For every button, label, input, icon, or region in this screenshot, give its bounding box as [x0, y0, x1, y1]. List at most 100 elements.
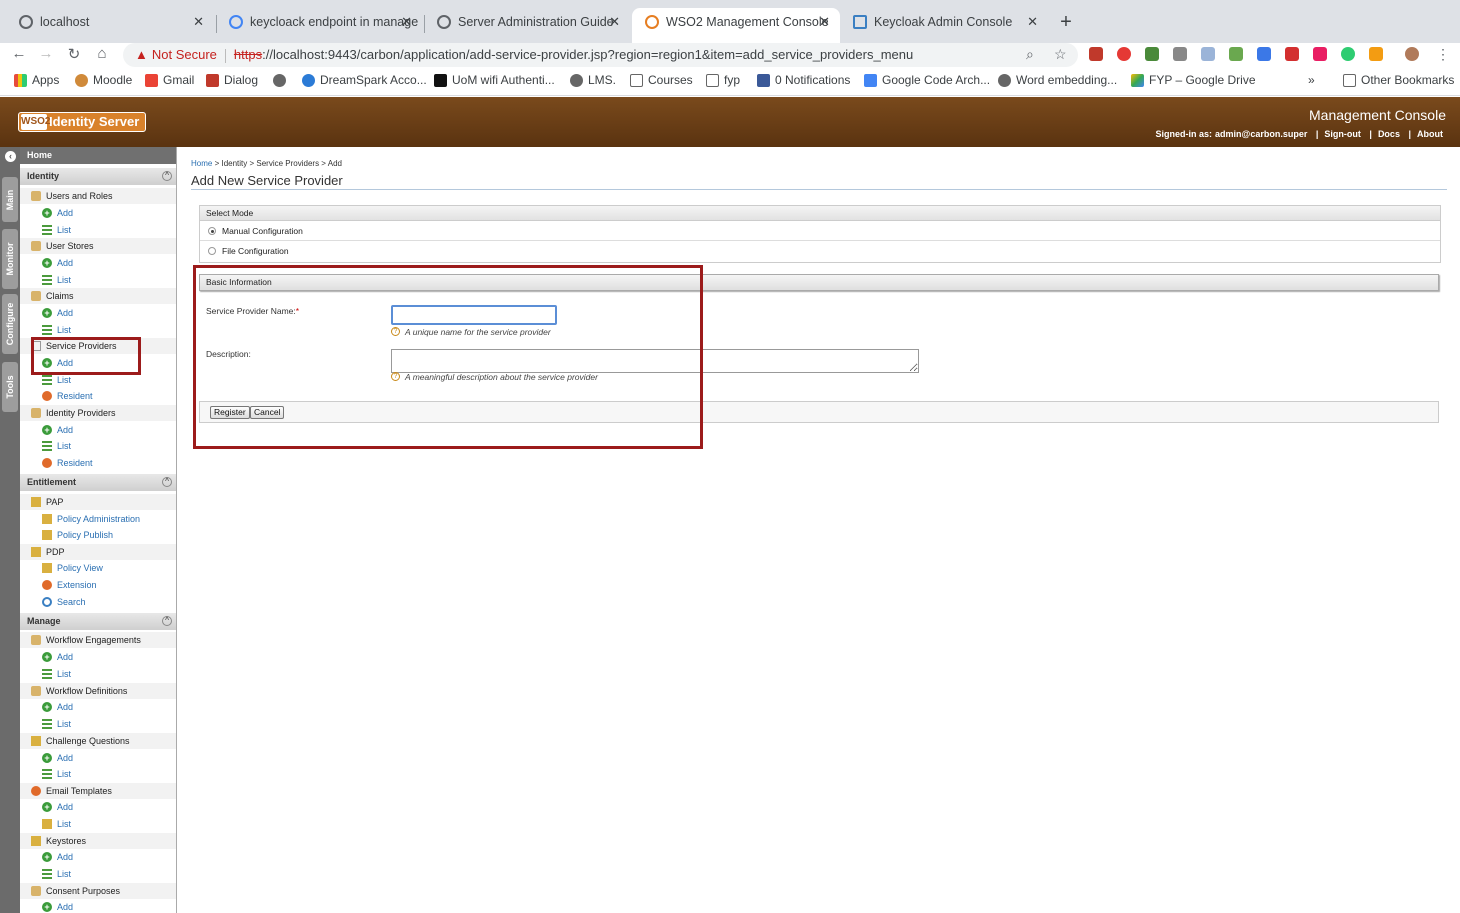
back-arrow-icon[interactable]: ← [9, 45, 29, 62]
bookmark-gmail[interactable]: Gmail [145, 73, 194, 87]
pdp-icon [31, 547, 41, 557]
main-content: Home > Identity > Service Providers > Ad… [178, 147, 1460, 913]
sidebar-users-add[interactable]: + Add [20, 205, 176, 221]
vtab-main[interactable]: Main [2, 177, 18, 222]
vtab-monitor[interactable]: Monitor [2, 229, 18, 289]
sidebar-userstores-list[interactable]: List [20, 272, 176, 288]
reload-icon[interactable]: ↻ [64, 45, 84, 63]
browser-tab-server-admin-guide[interactable]: Server Administration Guide ✕ [424, 8, 630, 43]
browser-tab-wso2-console[interactable]: WSO2 Management Console ✕ [632, 8, 840, 43]
policy-icon [42, 514, 52, 524]
about-link[interactable]: About [1417, 129, 1443, 139]
bookmark-star-icon[interactable]: ☆ [1054, 46, 1067, 63]
address-bar[interactable]: ▲ Not Secure https://localhost:9443/carbon… [123, 43, 1078, 67]
sidebar-item-label: Workflow Definitions [46, 686, 128, 696]
globe-icon [998, 74, 1011, 87]
radio-button[interactable] [208, 247, 216, 255]
breadcrumb-home[interactable]: Home [191, 159, 212, 168]
section-entitlement[interactable]: Entitlement ^ [20, 474, 176, 491]
sidebar-policy-admin[interactable]: Policy Administration [20, 511, 176, 527]
sidebar-claims-add[interactable]: + Add [20, 305, 176, 321]
bookmark-fyp[interactable]: fyp [706, 73, 740, 87]
profile-avatar-icon[interactable] [1405, 47, 1419, 61]
bookmark-notifications[interactable]: 0 Notifications [757, 73, 850, 87]
bookmark-uom-wifi[interactable]: UoM wifi Authenti... [434, 73, 555, 87]
extension-green-icon[interactable] [1145, 47, 1159, 61]
bookmark-courses[interactable]: Courses [630, 73, 693, 87]
signout-link[interactable]: Sign-out [1324, 129, 1361, 139]
sidebar-extension[interactable]: Extension [20, 577, 176, 593]
sidebar-et-list[interactable]: List [20, 816, 176, 832]
sidebar-idp-list[interactable]: List [20, 438, 176, 454]
sidebar-wfd-list[interactable]: List [20, 716, 176, 732]
sidebar-policy-view[interactable]: Policy View [20, 560, 176, 576]
bookmark-apps[interactable]: Apps [14, 73, 59, 87]
forward-arrow-icon[interactable]: → [36, 45, 56, 62]
bookmark-moodle[interactable]: Moodle [75, 73, 132, 87]
extension-calendar-icon[interactable] [1089, 47, 1103, 61]
browser-tab-keycloak-endpoint[interactable]: keycloack endpoint in manage ✕ [216, 8, 422, 43]
sidebar-wfd-add[interactable]: + Add [20, 699, 176, 715]
radio-file-configuration[interactable]: File Configuration [200, 241, 1440, 261]
sidebar-ks-add[interactable]: + Add [20, 849, 176, 865]
new-tab-button[interactable]: + [1055, 12, 1077, 34]
close-tab-icon[interactable]: ✕ [193, 8, 204, 36]
menu-kebab-icon[interactable]: ⋮ [1436, 46, 1450, 63]
vtab-configure[interactable]: Configure [2, 294, 18, 354]
wso2-logo[interactable]: WSO2 Identity Server [18, 112, 147, 132]
extension-puzzle-icon[interactable] [1229, 47, 1243, 61]
sidebar-idp-add[interactable]: + Add [20, 422, 176, 438]
collapse-icon[interactable]: ^ [162, 171, 172, 181]
vtab-tools[interactable]: Tools [2, 362, 18, 412]
close-tab-icon[interactable]: ✕ [609, 8, 620, 36]
extension-cap-icon[interactable] [1257, 47, 1271, 61]
bookmark-word-embedding[interactable]: Word embedding... [998, 73, 1117, 87]
bookmark-lms[interactable]: LMS. [570, 73, 616, 87]
bookmark-dialog[interactable]: Dialog [206, 73, 258, 87]
close-tab-icon[interactable]: ✕ [1027, 8, 1038, 36]
sidebar-userstores-add[interactable]: + Add [20, 255, 176, 271]
bookmark-fyp-drive[interactable]: FYP – Google Drive [1131, 73, 1256, 87]
sidebar-home[interactable]: Home [20, 147, 176, 164]
sidebar-users-list[interactable]: List [20, 222, 176, 238]
close-tab-icon[interactable]: ✕ [819, 8, 830, 36]
home-icon[interactable]: ⌂ [92, 45, 112, 62]
bookmark-other[interactable]: Other Bookmarks [1343, 73, 1454, 87]
extension-grammarly-icon[interactable] [1341, 47, 1355, 61]
radio-manual-configuration[interactable]: Manual Configuration [200, 221, 1440, 241]
sidebar-cp-add[interactable]: + Add [20, 899, 176, 913]
extension-orange-icon[interactable] [1369, 47, 1383, 61]
radio-button-selected[interactable] [208, 227, 216, 235]
extension-pdf-icon[interactable] [1285, 47, 1299, 61]
bookmarks-overflow-button[interactable]: » [1308, 73, 1315, 87]
sidebar-search[interactable]: Search [20, 594, 176, 610]
sidebar-wfe-list[interactable]: List [20, 666, 176, 682]
sidebar-wfe-add[interactable]: + Add [20, 649, 176, 665]
browser-tab-keycloak-admin[interactable]: Keycloak Admin Console ✕ [840, 8, 1048, 43]
sidebar-et-add[interactable]: + Add [20, 799, 176, 815]
security-label[interactable]: Not Secure [152, 47, 217, 62]
sidebar-idp-resident[interactable]: Resident [20, 455, 176, 471]
zoom-search-icon[interactable]: ⌕ [1026, 46, 1034, 63]
section-manage[interactable]: Manage ^ [20, 613, 176, 630]
sidebar-claims-list[interactable]: List [20, 322, 176, 338]
collapse-icon[interactable]: ^ [162, 616, 172, 626]
sidebar-sp-resident[interactable]: Resident [20, 388, 176, 404]
sidebar-ks-list[interactable]: List [20, 866, 176, 882]
extension-gear-icon[interactable] [1173, 47, 1187, 61]
bookmark-google-code[interactable]: Google Code Arch... [864, 73, 990, 87]
extension-download-icon[interactable] [1201, 47, 1215, 61]
close-tab-icon[interactable]: ✕ [401, 8, 412, 36]
sidebar-policy-publish[interactable]: Policy Publish [20, 527, 176, 543]
extension-pocket-icon[interactable] [1313, 47, 1327, 61]
section-identity[interactable]: Identity ^ [20, 168, 176, 185]
collapse-sidebar-icon[interactable]: ‹ [5, 151, 16, 162]
sidebar-cq-add[interactable]: + Add [20, 750, 176, 766]
google-drive-icon [1131, 74, 1144, 87]
collapse-icon[interactable]: ^ [162, 477, 172, 487]
bookmark-dreamspark[interactable]: DreamSpark Acco... [302, 73, 427, 87]
extension-opera-icon[interactable] [1117, 47, 1131, 61]
sidebar-cq-list[interactable]: List [20, 766, 176, 782]
docs-link[interactable]: Docs [1378, 129, 1400, 139]
browser-tab-localhost[interactable]: localhost ✕ [6, 8, 214, 43]
